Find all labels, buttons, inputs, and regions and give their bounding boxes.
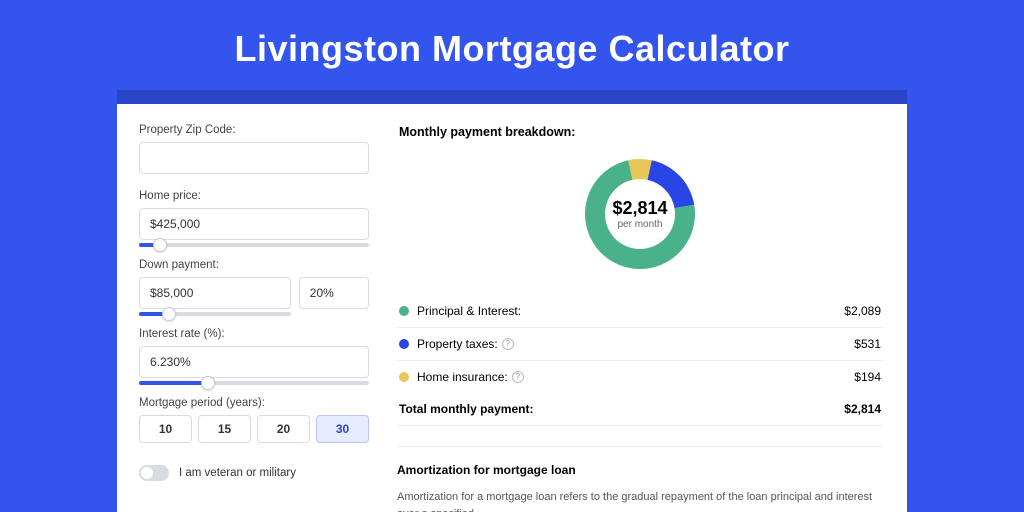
interest-label: Interest rate (%): xyxy=(139,328,369,340)
legend-dot xyxy=(399,372,409,382)
amortization-title: Amortization for mortgage loan xyxy=(397,463,883,477)
home-price-row: Home price: xyxy=(139,190,369,247)
veteran-label: I am veteran or military xyxy=(179,467,296,479)
veteran-toggle[interactable] xyxy=(139,465,169,481)
zip-input[interactable] xyxy=(139,142,369,174)
amortization-body: Amortization for a mortgage loan refers … xyxy=(397,489,883,512)
interest-slider[interactable] xyxy=(139,381,369,385)
zip-row: Property Zip Code: xyxy=(139,124,369,174)
breakdown-value: $2,089 xyxy=(844,304,881,318)
interest-input[interactable] xyxy=(139,346,369,378)
breakdown-label: Home insurance:? xyxy=(417,370,854,384)
info-icon[interactable]: ? xyxy=(512,371,524,383)
form-column: Property Zip Code: Home price: Down paym… xyxy=(117,104,387,512)
interest-row: Interest rate (%): xyxy=(139,328,369,385)
total-label: Total monthly payment: xyxy=(399,402,844,416)
donut-amount: $2,814 xyxy=(612,198,667,219)
donut-sub: per month xyxy=(612,219,667,230)
period-group: 10152030 xyxy=(139,415,369,443)
breakdown-line: Home insurance:?$194 xyxy=(397,361,883,393)
period-button-30[interactable]: 30 xyxy=(316,415,369,443)
home-price-input[interactable] xyxy=(139,208,369,240)
page-title: Livingston Mortgage Calculator xyxy=(0,0,1024,90)
calculator-panel: Property Zip Code: Home price: Down paym… xyxy=(117,104,907,512)
donut-chart-wrap: $2,814 per month xyxy=(397,151,883,277)
home-price-slider[interactable] xyxy=(139,243,369,247)
period-button-10[interactable]: 10 xyxy=(139,415,192,443)
amortization-section: Amortization for mortgage loan Amortizat… xyxy=(397,446,883,512)
donut-chart: $2,814 per month xyxy=(577,151,703,277)
period-row: Mortgage period (years): 10152030 xyxy=(139,397,369,443)
down-payment-amount-input[interactable] xyxy=(139,277,291,309)
breakdown-title: Monthly payment breakdown: xyxy=(399,125,883,139)
info-icon[interactable]: ? xyxy=(502,338,514,350)
breakdown-label: Principal & Interest: xyxy=(417,304,844,318)
breakdown-line: Principal & Interest:$2,089 xyxy=(397,295,883,328)
result-column: Monthly payment breakdown: $2,814 per mo… xyxy=(387,104,907,512)
total-value: $2,814 xyxy=(844,402,881,416)
zip-label: Property Zip Code: xyxy=(139,124,369,136)
breakdown-value: $531 xyxy=(854,337,881,351)
period-button-20[interactable]: 20 xyxy=(257,415,310,443)
breakdown-lines: Principal & Interest:$2,089Property taxe… xyxy=(397,295,883,393)
veteran-row: I am veteran or military xyxy=(139,465,369,481)
breakdown-value: $194 xyxy=(854,370,881,384)
period-button-15[interactable]: 15 xyxy=(198,415,251,443)
down-payment-slider[interactable] xyxy=(139,312,291,316)
down-payment-percent-input[interactable] xyxy=(299,277,369,309)
legend-dot xyxy=(399,306,409,316)
breakdown-line: Property taxes:?$531 xyxy=(397,328,883,361)
period-label: Mortgage period (years): xyxy=(139,397,369,409)
down-payment-label: Down payment: xyxy=(139,259,369,271)
home-price-label: Home price: xyxy=(139,190,369,202)
down-payment-row: Down payment: xyxy=(139,259,369,316)
title-underline xyxy=(117,90,907,104)
total-line: Total monthly payment: $2,814 xyxy=(397,393,883,426)
breakdown-label: Property taxes:? xyxy=(417,337,854,351)
legend-dot xyxy=(399,339,409,349)
